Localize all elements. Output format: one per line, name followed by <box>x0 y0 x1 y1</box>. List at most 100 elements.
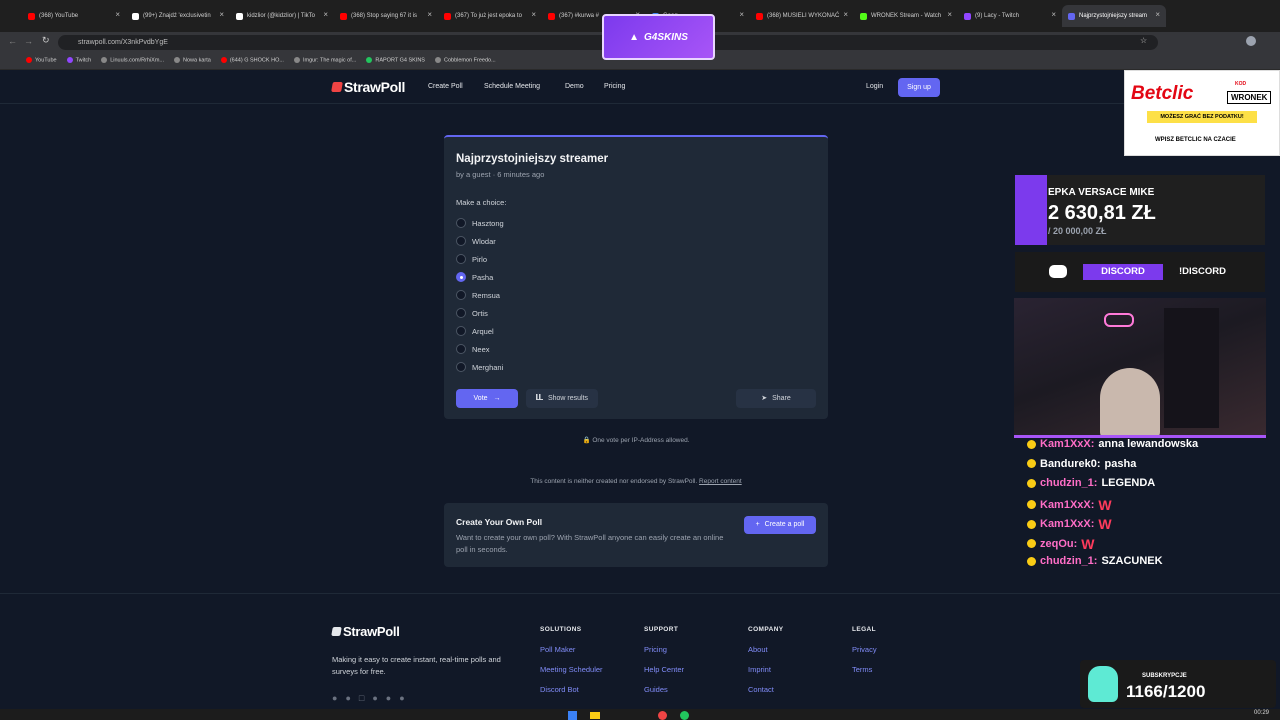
close-tab-icon[interactable]: × <box>1051 10 1056 19</box>
create-poll-button[interactable]: + Create a poll <box>744 516 816 534</box>
radio-button[interactable] <box>456 290 466 300</box>
show-results-button[interactable]: Show results <box>526 389 598 408</box>
signup-button[interactable]: Sign up <box>898 78 940 97</box>
footer-link[interactable]: Help Center <box>644 665 684 674</box>
footer-column-heading: COMPANY <box>748 626 784 633</box>
footer-link[interactable]: Meeting Scheduler <box>540 665 603 674</box>
close-tab-icon[interactable]: × <box>219 10 224 19</box>
browser-tab[interactable]: Najprzystojniejszy stream × <box>1062 5 1166 27</box>
logo-icon[interactable] <box>331 82 343 92</box>
close-tab-icon[interactable]: × <box>739 10 744 19</box>
close-tab-icon[interactable]: × <box>323 10 328 19</box>
donation-amount: 2 630,81 ZŁ <box>1048 202 1156 224</box>
browser-tab[interactable]: (368) MUSIELI WYKONAĆ × <box>750 5 854 27</box>
share-button[interactable]: ➤ Share <box>736 389 816 408</box>
close-tab-icon[interactable]: × <box>427 10 432 19</box>
back-icon[interactable]: ← <box>8 36 17 46</box>
streamer-figure <box>1100 368 1160 438</box>
radio-button[interactable] <box>456 308 466 318</box>
bookmark-item[interactable]: Cobblemon Freedo... <box>434 57 496 64</box>
twitter-icon[interactable]: ● <box>345 693 350 703</box>
browser-tab[interactable]: (99+) Znajdź 'exclusivetin × <box>126 5 230 27</box>
poll-option[interactable]: Remsua <box>456 290 500 300</box>
nav-schedule-meeting[interactable]: Schedule Meeting <box>484 83 540 90</box>
footer-link[interactable]: Terms <box>852 665 872 674</box>
browser-tab[interactable]: (367) To już jest epoka to × <box>438 5 542 27</box>
bookmark-favicon-icon <box>101 57 108 64</box>
poll-option[interactable]: Arquel <box>456 326 494 336</box>
facebook-icon[interactable]: ● <box>372 693 377 703</box>
bookmark-item[interactable]: Linuuls.com/RrhiXm... <box>101 57 164 64</box>
close-tab-icon[interactable]: × <box>115 10 120 19</box>
bookmark-favicon-icon <box>434 57 441 64</box>
subs-label: SUBSKRYPCJE <box>1142 673 1187 679</box>
nav-create-poll[interactable]: Create Poll <box>428 83 463 90</box>
bookmark-item[interactable]: Twitch <box>66 57 91 64</box>
login-link[interactable]: Login <box>866 83 883 90</box>
folder-icon[interactable] <box>590 712 600 719</box>
donation-accent <box>1015 175 1047 245</box>
radio-button[interactable] <box>456 236 466 246</box>
instagram-icon[interactable]: □ <box>359 693 364 703</box>
footer-link[interactable]: Guides <box>644 685 668 694</box>
footer-link[interactable]: Discord Bot <box>540 685 579 694</box>
poll-option[interactable]: Wlodar <box>456 236 496 246</box>
star-icon[interactable]: ☆ <box>1140 36 1147 45</box>
discord-icon[interactable]: ● <box>332 693 337 703</box>
share-label: Share <box>772 395 791 402</box>
poll-option[interactable]: Pirlo <box>456 254 487 264</box>
browser-tab[interactable]: (368) Stop saying 67 it is × <box>334 5 438 27</box>
poll-option[interactable]: Hasztong <box>456 218 504 228</box>
bookmark-item[interactable]: RAPORT G4 SKINS <box>366 57 425 64</box>
spotify-icon[interactable] <box>680 711 689 720</box>
close-tab-icon[interactable]: × <box>1155 10 1160 19</box>
radio-button[interactable] <box>456 272 466 282</box>
bookmark-item[interactable]: Nowa karta <box>174 57 211 64</box>
report-content-link[interactable]: Report content <box>699 478 742 485</box>
close-tab-icon[interactable]: × <box>947 10 952 19</box>
badge-icon <box>1027 439 1036 449</box>
tab-label: (368) YouTube <box>39 13 79 19</box>
poll-option[interactable]: Pasha <box>456 272 493 282</box>
bookmark-item[interactable]: Imgur: The magic of... <box>293 57 356 64</box>
nav-demo[interactable]: Demo <box>565 83 584 90</box>
profile-avatar[interactable] <box>1246 36 1256 46</box>
tab-label: (367) To już jest epoka to <box>455 13 522 19</box>
poll-option[interactable]: Ortis <box>456 308 488 318</box>
close-tab-icon[interactable]: × <box>531 10 536 19</box>
browser-tab[interactable]: (368) YouTube × <box>22 5 126 27</box>
radio-button[interactable] <box>456 218 466 228</box>
radio-button[interactable] <box>456 254 466 264</box>
reddit-icon[interactable]: ● <box>399 693 404 703</box>
radio-button[interactable] <box>456 326 466 336</box>
browser-tab[interactable]: WRONEK Stream - Watch × <box>854 5 958 27</box>
radio-button[interactable] <box>456 362 466 372</box>
footer-link[interactable]: Pricing <box>644 645 667 654</box>
donation-goal-text: / 20 000,00 ZŁ <box>1048 226 1107 236</box>
bookmark-item[interactable]: YouTube <box>26 57 57 64</box>
footer-link[interactable]: Contact <box>748 685 774 694</box>
footer-logo[interactable]: StrawPoll <box>343 624 400 639</box>
footer-link[interactable]: Imprint <box>748 665 771 674</box>
browser-tab[interactable]: (9) Lacy - Twitch × <box>958 5 1062 27</box>
poll-prompt: Make a choice: <box>456 198 507 207</box>
poll-option[interactable]: Neex <box>456 344 490 354</box>
chrome-icon[interactable] <box>658 711 667 720</box>
poll-option[interactable]: Merghani <box>456 362 503 372</box>
site-logo[interactable]: StrawPoll <box>344 79 405 95</box>
footer-link[interactable]: About <box>748 645 768 654</box>
nav-pricing[interactable]: Pricing <box>604 83 625 90</box>
footer-link[interactable]: Poll Maker <box>540 645 575 654</box>
browser-tab[interactable]: kidzlior (@kidzlior) | TikTo × <box>230 5 334 27</box>
share-icon: ➤ <box>761 395 768 402</box>
vote-button[interactable]: Vote → <box>456 389 518 408</box>
forward-icon[interactable]: → <box>24 36 33 46</box>
radio-button[interactable] <box>456 344 466 354</box>
bookmark-item[interactable]: (644) G SHOCK HO... <box>220 57 284 64</box>
chat-message: Kam1XxX: W <box>1027 516 1112 532</box>
reload-icon[interactable]: ↻ <box>42 35 50 46</box>
windows-start-icon[interactable] <box>568 711 577 720</box>
close-tab-icon[interactable]: × <box>843 10 848 19</box>
github-icon[interactable]: ● <box>386 693 391 703</box>
footer-link[interactable]: Privacy <box>852 645 877 654</box>
